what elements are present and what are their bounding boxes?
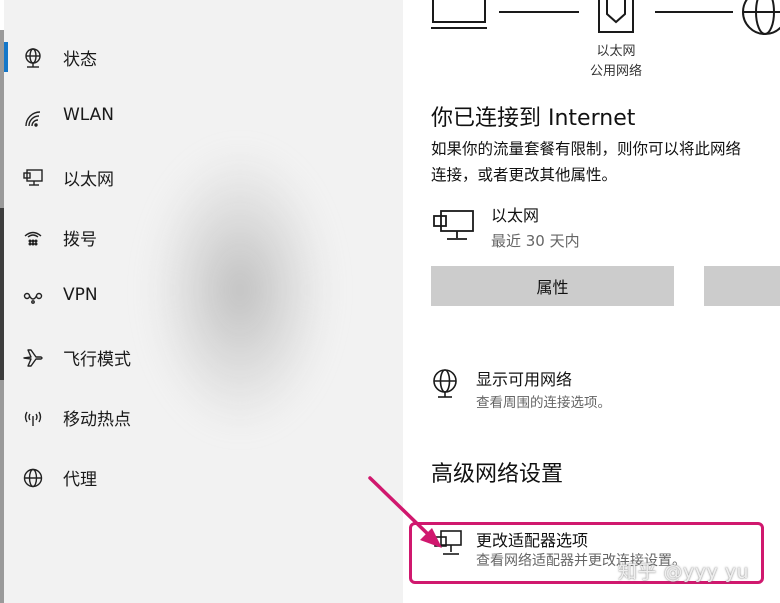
computer-icon: [431, 0, 487, 29]
connection-usage-period: 最近 30 天内: [491, 232, 580, 250]
diagram-label-ethernet: 以太网: [596, 44, 636, 59]
sidebar: 状态 WLAN 以太网 拨号 VPN 飞行模式 移动热点 代理: [0, 0, 403, 603]
sidebar-item-wlan[interactable]: WLAN: [4, 88, 403, 148]
airplane-icon: [22, 347, 44, 369]
show-networks-globe-icon: [433, 369, 457, 398]
advanced-settings-heading: 高级网络设置: [431, 462, 564, 487]
selected-indicator: [4, 42, 8, 72]
sidebar-item-label: VPN: [63, 285, 98, 305]
data-usage-button[interactable]: [704, 266, 780, 306]
connection-status-description: 如果你的流量套餐有限制，则你可以将此网络 连接，或者更改其他属性。: [431, 136, 780, 188]
vpn-icon: [22, 287, 44, 309]
sidebar-item-label: 以太网: [63, 170, 114, 190]
sidebar-item-label: 移动热点: [63, 410, 131, 430]
watermark: 知乎 @yyy yu: [618, 561, 750, 583]
dialup-icon: [22, 227, 44, 249]
sidebar-item-label: 代理: [63, 470, 97, 490]
description-line: 连接，或者更改其他属性。: [431, 166, 618, 184]
connection-status-title: 你已连接到 Internet: [431, 106, 636, 131]
connection-name: 以太网: [491, 206, 540, 225]
ethernet-adapter-icon: [433, 210, 474, 240]
hotspot-icon: [22, 407, 44, 429]
description-line: 如果你的流量套餐有限制，则你可以将此网络: [431, 140, 742, 158]
network-diagram: 以太网 公用网络: [403, 0, 780, 90]
wifi-icon: [22, 107, 44, 129]
sidebar-item-mobile-hotspot[interactable]: 移动热点: [4, 388, 403, 448]
sidebar-item-label: 拨号: [63, 230, 97, 250]
internet-globe-icon: [742, 0, 780, 35]
sidebar-item-ethernet[interactable]: 以太网: [4, 148, 403, 208]
sidebar-item-proxy[interactable]: 代理: [4, 448, 403, 508]
show-networks-link[interactable]: 显示可用网络: [476, 366, 572, 390]
window-left-edge-top: [0, 0, 4, 30]
sidebar-item-label: WLAN: [63, 105, 115, 125]
main-panel: 以太网 公用网络 你已连接到 Internet 如果你的流量套餐有限制，则你可以…: [403, 0, 780, 603]
ethernet-icon: [22, 167, 44, 189]
proxy-globe-icon: [22, 467, 44, 489]
sidebar-item-label: 状态: [63, 50, 97, 70]
show-networks-description: 查看周围的连接选项。: [476, 395, 611, 411]
properties-button[interactable]: 属性: [431, 266, 674, 306]
sidebar-item-vpn[interactable]: VPN: [4, 268, 403, 328]
sidebar-item-airplane-mode[interactable]: 飞行模式: [4, 328, 403, 388]
diagram-label-public-network: 公用网络: [589, 64, 642, 79]
router-icon: [598, 0, 634, 33]
sidebar-item-dialup[interactable]: 拨号: [4, 208, 403, 268]
sidebar-item-label: 飞行模式: [63, 350, 131, 370]
status-globe-icon: [22, 47, 44, 69]
sidebar-item-status[interactable]: 状态: [4, 28, 403, 88]
